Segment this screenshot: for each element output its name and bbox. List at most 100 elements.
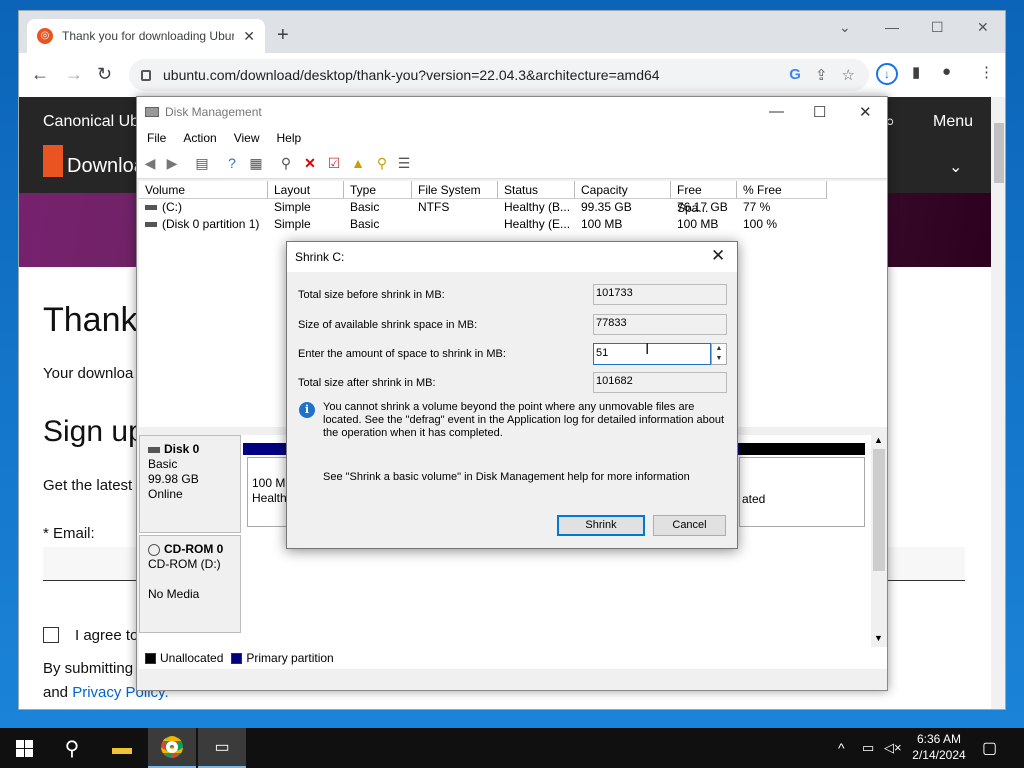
browser-tab[interactable]: ◎ Thank you for downloading Ubuntu ✕ (27, 19, 265, 53)
dm-maximize-button[interactable]: ☐ (813, 103, 826, 121)
menu-view[interactable]: View (234, 127, 260, 149)
profile-avatar-icon[interactable]: ● (942, 63, 951, 80)
col-capacity[interactable]: Capacity (575, 181, 671, 199)
close-window-button[interactable]: ✕ (977, 19, 989, 36)
agree-checkbox[interactable] (43, 627, 59, 643)
disk-management-app-icon (145, 107, 159, 117)
col-pctfree[interactable]: % Free (737, 181, 827, 199)
scroll-up-icon[interactable]: ▲ (874, 435, 883, 445)
forward-icon[interactable]: → (65, 63, 83, 85)
partition-c[interactable]: ated (739, 457, 865, 527)
delete-icon[interactable]: ✕ (301, 154, 319, 172)
newsletter-text: Get the latest (43, 477, 133, 494)
dialog-close-icon[interactable]: ✕ (711, 246, 725, 266)
col-layout[interactable]: Layout (268, 181, 344, 199)
chrome-taskbar-icon[interactable] (148, 728, 196, 768)
tab-close-icon[interactable]: ✕ (243, 28, 255, 45)
connect-icon[interactable]: ⚲ (277, 154, 295, 172)
volume-row[interactable]: (Disk 0 partition 1) Simple Basic Health… (139, 216, 887, 233)
legend-primary: Primary partition (246, 651, 334, 665)
download-icon[interactable]: ↓ (876, 63, 898, 85)
disk-scrollbar-thumb[interactable] (873, 449, 885, 571)
bookmark-star-icon[interactable]: ☆ (842, 66, 855, 84)
menu-link[interactable]: Menu (933, 113, 973, 131)
back-arrow-icon[interactable]: ◀ (141, 154, 159, 172)
col-volume[interactable]: Volume (139, 181, 268, 199)
disk0-header[interactable]: Disk 0 Basic 99.98 GB Online (139, 435, 241, 533)
capacity-cell: 100 MB (581, 217, 623, 231)
disk-management-taskbar-icon[interactable]: ▭ (198, 728, 246, 768)
drive-icon (145, 205, 157, 211)
maximize-button[interactable]: ☐ (931, 19, 944, 36)
help-icon[interactable]: ? (223, 154, 241, 172)
taskbar-clock[interactable]: 6:36 AM 2/14/2024 (904, 731, 974, 763)
console-tree-icon[interactable]: ▤ (193, 154, 211, 172)
stepper-down-icon[interactable]: ▼ (712, 354, 726, 364)
canonical-brand[interactable]: Canonical Ub (43, 113, 139, 131)
volume-muted-icon[interactable]: ◁× (884, 728, 902, 768)
share-icon[interactable]: ⇪ (815, 66, 828, 84)
free-cell: 76.17 GB (677, 200, 728, 214)
page-scrollbar-thumb[interactable] (994, 123, 1004, 183)
shrink-amount-input[interactable]: 51 (593, 343, 711, 365)
dm-minimize-button[interactable]: — (769, 103, 784, 120)
side-panel-icon[interactable]: ▮ (912, 63, 920, 81)
list-view-icon[interactable]: ☰ (395, 154, 413, 172)
tray-chevron-icon[interactable]: ^ (838, 728, 845, 768)
amount-stepper[interactable]: ▲ ▼ (711, 343, 727, 365)
layout-cell: Simple (274, 200, 311, 214)
menu-file[interactable]: File (147, 127, 166, 149)
info-message: You cannot shrink a volume beyond the po… (323, 401, 725, 439)
menu-help[interactable]: Help (277, 127, 302, 149)
disk0-name: Disk 0 (164, 442, 200, 456)
disk0-size: 99.98 GB (148, 472, 199, 486)
col-status[interactable]: Status (498, 181, 575, 199)
shrink-button[interactable]: Shrink (557, 515, 645, 536)
agree-label: I agree to (75, 627, 139, 644)
stepper-up-icon[interactable]: ▲ (712, 344, 726, 354)
col-freespace[interactable]: Free Spa... (671, 181, 737, 215)
search-folder-icon[interactable]: ⚲ (373, 154, 391, 172)
col-filesystem[interactable]: File System (412, 181, 498, 199)
volume-row[interactable]: (C:) Simple Basic NTFS Healthy (B... 99.… (139, 199, 887, 216)
properties-icon[interactable]: ▦ (247, 154, 265, 172)
address-bar[interactable]: ubuntu.com/download/desktop/thank-you?ve… (129, 59, 869, 91)
minimize-button[interactable]: — (885, 19, 899, 35)
dm-close-button[interactable]: ✕ (859, 103, 872, 121)
ubuntu-logo-icon (43, 145, 63, 177)
total-after-label: Total size after shrink in MB: (298, 377, 436, 389)
sign-up-heading: Sign up (43, 415, 145, 448)
windows-logo-icon (15, 739, 33, 757)
url-text[interactable]: ubuntu.com/download/desktop/thank-you?ve… (163, 67, 660, 83)
file-explorer-icon[interactable]: ▬ (98, 728, 146, 768)
cdrom-header[interactable]: CD-ROM 0 CD-ROM (D:) No Media (139, 535, 241, 633)
type-cell: Basic (350, 200, 380, 214)
start-button[interactable] (0, 728, 48, 768)
check-icon[interactable]: ☑ (325, 154, 343, 172)
notification-icon[interactable]: ▢ (982, 728, 997, 768)
total-after-field: 101682 (593, 372, 727, 393)
new-tab-button[interactable]: + (277, 25, 289, 45)
col-type[interactable]: Type (344, 181, 412, 199)
forward-arrow-icon[interactable]: ▶ (163, 154, 181, 172)
back-icon[interactable]: ← (31, 63, 49, 85)
volume-name: (C:) (162, 200, 182, 214)
folder-up-icon[interactable]: ▲ (349, 154, 367, 172)
free-cell: 100 MB (677, 217, 719, 231)
disk-scrollbar[interactable]: ▲ ▼ (871, 435, 887, 647)
google-translate-icon[interactable]: G (789, 66, 801, 84)
more-menu-icon[interactable]: ⋮ (979, 63, 994, 81)
total-before-label: Total size before shrink in MB: (298, 289, 445, 301)
cancel-button[interactable]: Cancel (653, 515, 726, 536)
scroll-down-icon[interactable]: ▼ (874, 633, 883, 643)
cdrom-type: CD-ROM (D:) (148, 557, 221, 571)
tab-search-icon[interactable]: ⌄ (839, 19, 851, 36)
info-icon: i (299, 402, 315, 418)
menu-action[interactable]: Action (183, 127, 216, 149)
chevron-down-icon[interactable]: ⌄ (949, 157, 962, 177)
reload-icon[interactable]: ↻ (97, 63, 112, 85)
page-scrollbar[interactable] (991, 97, 1005, 709)
search-icon[interactable]: ⚲ (48, 728, 96, 768)
disk0-type: Basic (148, 457, 178, 471)
network-icon[interactable]: ▭ (862, 728, 874, 768)
